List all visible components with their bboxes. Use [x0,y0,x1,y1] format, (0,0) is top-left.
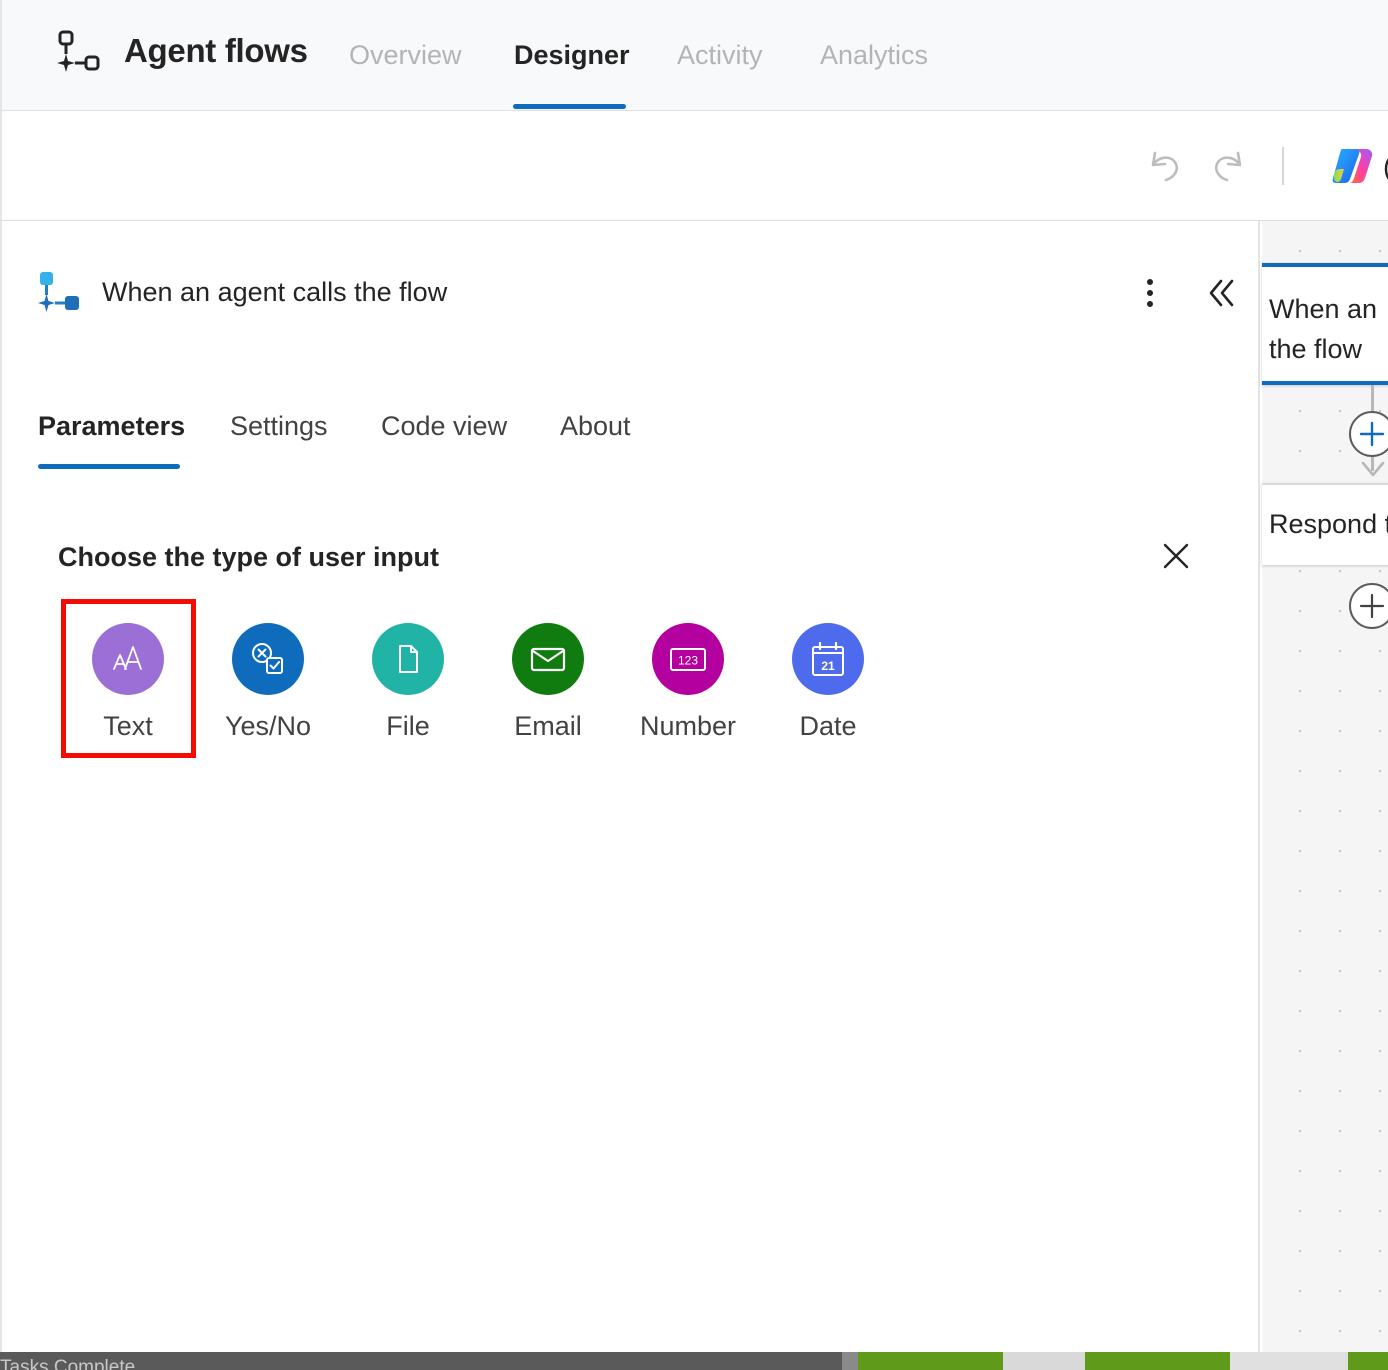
trigger-node-title-line: the flow [1269,334,1363,364]
selected-option-highlight [61,599,196,758]
close-icon[interactable] [1158,538,1194,574]
action-details-panel: When an agent calls the flow Parameters … [0,221,1260,1352]
yes-no-type-badge [232,623,304,695]
redo-icon[interactable] [1208,145,1248,185]
taskbar-thumbnail [1230,1352,1348,1370]
agent-trigger-icon [38,272,79,312]
nav-tab-designer[interactable]: Designer [514,40,630,71]
file-type-badge [372,623,444,695]
panel-title: When an agent calls the flow [102,277,448,307]
nav-tab-analytics[interactable]: Analytics [820,40,928,71]
toolbar-divider [1282,147,1284,185]
copilot-icon[interactable] [1330,145,1376,187]
date-type-badge: 21 [792,623,864,695]
input-type-yes-no-option[interactable]: Yes/No [198,619,338,759]
svg-text:21: 21 [821,659,835,673]
taskbar-status-text: Tasks Complete [0,1357,136,1370]
flow-connector [1371,385,1374,411]
input-type-label: Number [639,711,737,741]
collapse-panel-icon[interactable] [1202,275,1242,311]
input-type-chooser-title: Choose the type of user input [58,542,440,572]
active-tab-indicator [38,464,180,469]
input-type-label: Email [514,711,582,741]
plus-icon [1359,593,1385,619]
agent-flows-logo-icon [57,30,100,72]
copilot-label-partial[interactable]: ( [1383,151,1388,183]
designer-toolbar: ( [0,111,1388,221]
tab-parameters[interactable]: Parameters [38,411,185,442]
input-type-label: Date [799,711,857,741]
calendar-icon: 21 [812,641,844,676]
nav-tab-activity[interactable]: Activity [677,40,763,71]
top-navigation-bar: Agent flows Overview Designer Activity A… [0,0,1388,111]
plus-icon [1359,421,1385,447]
more-options-icon[interactable] [1136,275,1164,311]
flow-arrow-icon [1361,461,1385,477]
email-type-badge [512,623,584,695]
nav-tab-overview[interactable]: Overview [349,40,462,71]
taskbar-thumbnail [1003,1352,1085,1370]
trigger-node-card[interactable]: When an the flow [1262,263,1388,385]
input-type-label: Yes/No [224,711,312,741]
email-icon [530,647,566,672]
flow-canvas[interactable]: When an the flow Respond t [1262,221,1388,1352]
input-type-label: File [386,711,430,741]
add-step-button[interactable] [1349,411,1388,457]
respond-node-card[interactable]: Respond t [1262,483,1388,565]
taskbar-thumbnail [858,1352,1003,1370]
app-title: Agent flows [124,32,308,69]
trigger-node-title-line: When an [1269,294,1378,324]
tab-settings[interactable]: Settings [230,411,328,442]
input-type-date-option[interactable]: 21 Date [758,619,898,759]
trigger-node-title: When an the flow [1269,289,1377,369]
taskbar-thumbnail [1085,1352,1230,1370]
tab-about[interactable]: About [560,411,631,442]
file-icon [399,645,418,673]
input-type-file-option[interactable]: File [338,619,478,759]
active-tab-indicator [513,104,626,109]
taskbar-thumbnail [1348,1352,1388,1370]
input-type-email-option[interactable]: Email [478,619,618,759]
number-icon: 123 [670,648,706,671]
bottom-taskbar-strip: Tasks Complete [0,1352,1388,1370]
svg-text:123: 123 [678,654,698,668]
input-type-number-option[interactable]: 123 Number [618,619,758,759]
number-type-badge: 123 [652,623,724,695]
add-step-button[interactable] [1349,583,1388,629]
taskbar-thumbnail [842,1352,858,1370]
undo-icon[interactable] [1145,145,1185,185]
tab-code-view[interactable]: Code view [381,411,507,442]
respond-node-title: Respond t [1269,509,1388,539]
yes-no-icon [252,643,283,674]
